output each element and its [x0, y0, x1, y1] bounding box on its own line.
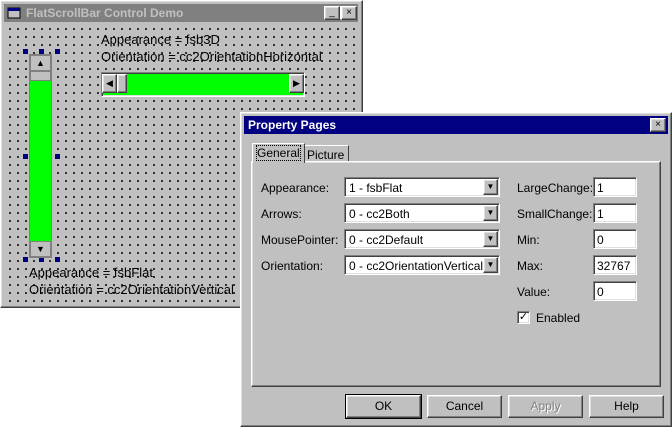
minimize-icon: _ — [329, 7, 335, 18]
tab-picture-label: Picture — [307, 148, 345, 162]
close-icon: × — [346, 7, 352, 18]
selection-handle[interactable] — [23, 49, 28, 54]
arrows-value: 0 - cc2Both — [349, 207, 410, 221]
largechange-input[interactable]: 1 — [593, 177, 637, 197]
selection-handle[interactable] — [23, 154, 28, 159]
chevron-down-icon[interactable]: ▼ — [483, 205, 498, 221]
vertical-flat-scrollbar[interactable]: ▲ ▼ — [29, 54, 52, 258]
chevron-down-icon[interactable]: ▼ — [483, 179, 498, 195]
vertical-appearance-label: Appearance = fsbFlat — [29, 265, 153, 280]
arrow-up-icon: ▲ — [36, 58, 45, 68]
max-label: Max: — [517, 259, 544, 273]
selection-handle[interactable] — [23, 257, 28, 262]
mousepointer-combo[interactable]: 0 - cc2Default ▼ — [344, 229, 500, 249]
smallchange-value: 1 — [597, 207, 604, 221]
mousepointer-value: 0 - cc2Default — [349, 233, 424, 247]
enabled-checkbox[interactable]: ✓ — [517, 311, 530, 324]
selection-handle[interactable] — [55, 154, 60, 159]
property-pages-dialog: Property Pages × General Picture Appeara… — [240, 112, 672, 427]
appearance-value: 1 - fsbFlat — [349, 181, 403, 195]
orientation-label: Orientation: — [261, 259, 324, 273]
selection-handle[interactable] — [55, 257, 60, 262]
form-icon — [7, 7, 21, 19]
value-input[interactable]: 0 — [593, 281, 637, 301]
scroll-thumb[interactable] — [30, 71, 51, 81]
help-button[interactable]: Help — [589, 395, 664, 418]
smallchange-label: SmallChange: — [517, 207, 593, 221]
scroll-left-button[interactable]: ◀ — [102, 74, 117, 93]
smallchange-input[interactable]: 1 — [593, 203, 637, 223]
tab-general[interactable]: General — [252, 143, 305, 163]
appearance-combo[interactable]: 1 - fsbFlat ▼ — [344, 177, 500, 197]
dialog-close-button[interactable]: × — [650, 118, 666, 132]
chevron-down-glyph: ▼ — [486, 182, 495, 191]
ok-button-label: OK — [374, 399, 393, 413]
value-label: Value: — [517, 285, 551, 299]
tab-general-label: General — [256, 145, 301, 161]
chevron-down-icon[interactable]: ▼ — [483, 257, 498, 273]
min-value: 0 — [597, 233, 604, 247]
horizontal-orientation-label: Orientation = cc2OrientationHorizontal — [101, 49, 322, 64]
arrow-left-icon: ◀ — [106, 78, 113, 88]
close-button[interactable]: × — [341, 6, 357, 20]
apply-button[interactable]: Apply — [508, 395, 583, 418]
min-label: Min: — [517, 233, 540, 247]
designer-title: FlatScrollBar Control Demo — [26, 6, 184, 20]
cancel-button[interactable]: Cancel — [427, 395, 502, 418]
apply-button-label: Apply — [530, 399, 561, 413]
arrows-label: Arrows: — [261, 207, 302, 221]
scroll-up-button[interactable]: ▲ — [30, 55, 51, 71]
appearance-label: Appearance: — [261, 181, 330, 195]
enabled-label[interactable]: Enabled — [536, 311, 580, 325]
cancel-button-label: Cancel — [445, 399, 484, 413]
ok-button[interactable]: OK — [345, 394, 422, 419]
arrow-down-icon: ▼ — [36, 244, 45, 254]
value-value: 0 — [597, 285, 604, 299]
horizontal-flat-scrollbar[interactable]: ◀ ▶ — [101, 72, 305, 97]
scroll-thumb[interactable] — [117, 74, 127, 93]
max-value: 32767 — [597, 259, 631, 273]
largechange-label: LargeChange: — [517, 181, 594, 195]
vertical-orientation-label: Orientation = cc2OrientationVertical — [29, 282, 234, 297]
minimize-button[interactable]: _ — [324, 6, 340, 20]
min-input[interactable]: 0 — [593, 229, 637, 249]
arrows-combo[interactable]: 0 - cc2Both ▼ — [344, 203, 500, 223]
scroll-down-button[interactable]: ▼ — [30, 241, 51, 257]
chevron-down-glyph: ▼ — [486, 260, 495, 269]
checkmark-icon: ✓ — [518, 311, 529, 323]
designer-titlebar[interactable]: FlatScrollBar Control Demo _ □ — [4, 4, 358, 22]
chevron-down-glyph: ▼ — [486, 234, 495, 243]
scroll-right-button[interactable]: ▶ — [289, 74, 304, 93]
selection-handle[interactable] — [55, 49, 60, 54]
chevron-down-icon[interactable]: ▼ — [483, 231, 498, 247]
orientation-combo[interactable]: 0 - cc2OrientationVertical ▼ — [344, 255, 500, 275]
arrow-right-icon: ▶ — [293, 78, 300, 88]
help-button-label: Help — [614, 399, 639, 413]
dialog-title: Property Pages — [248, 118, 337, 132]
dialog-titlebar[interactable]: Property Pages × — [244, 116, 668, 134]
orientation-value: 0 - cc2OrientationVertical — [349, 259, 484, 273]
horizontal-appearance-label: Appearance = fsb3D — [101, 32, 220, 47]
close-icon: × — [655, 119, 661, 130]
max-input[interactable]: 32767 — [593, 255, 637, 275]
mousepointer-label: MousePointer: — [261, 233, 339, 247]
chevron-down-glyph: ▼ — [486, 208, 495, 217]
largechange-value: 1 — [597, 181, 604, 195]
